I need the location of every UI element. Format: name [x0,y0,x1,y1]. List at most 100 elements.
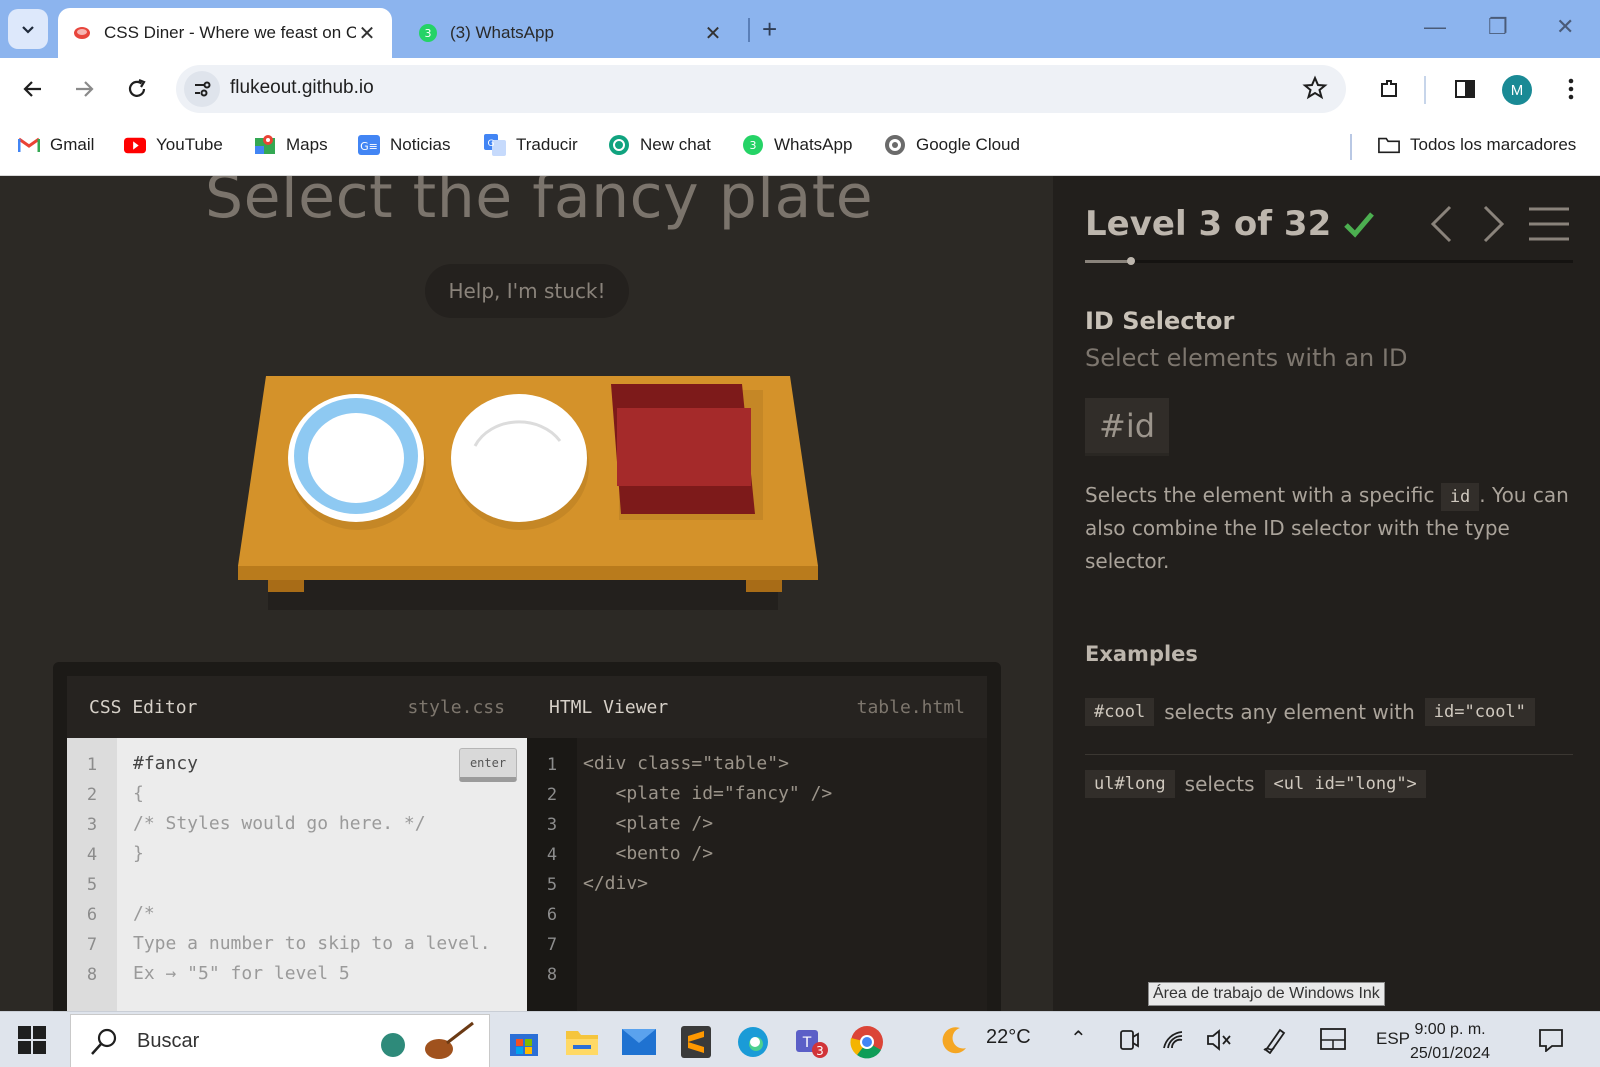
taskbar-file-explorer[interactable] [560,1020,604,1064]
forward-icon[interactable] [69,74,99,104]
previous-level-icon[interactable] [1428,204,1454,244]
enter-button[interactable]: enter [459,748,517,782]
bento[interactable] [611,384,763,520]
site-settings-icon[interactable] [184,71,220,107]
taskbar-teams[interactable]: T3 [788,1020,832,1064]
taskbar-edge[interactable] [731,1020,775,1064]
examples-heading: Examples [1085,642,1198,666]
close-tab-icon[interactable]: ✕ [702,21,724,46]
minimize-icon[interactable]: — [1424,14,1446,40]
svg-text:G: G [488,139,495,149]
taskbar-sublime-text[interactable] [674,1020,718,1064]
css-selector-input[interactable]: #fancy [133,753,198,774]
wifi-icon[interactable] [1162,1028,1186,1052]
bookmark-whatsapp[interactable]: 3 WhatsApp [742,134,852,156]
html-line-table-open[interactable]: <div class="table"> [583,753,789,774]
edge-icon [738,1027,768,1057]
bookmark-label: WhatsApp [774,135,853,154]
bookmark-label: Gmail [50,135,95,154]
notifications-icon[interactable] [1538,1028,1564,1052]
level-progress-fill [1085,260,1131,263]
system-clock[interactable]: 9:00 p. m. 25/01/2024 [1410,1018,1490,1066]
bookmarks-divider [1350,134,1352,160]
fancy-plate[interactable] [288,394,426,530]
line-number: 6 [86,905,98,925]
new-tab-button[interactable]: + [762,14,777,45]
bookmark-noticias[interactable]: G≡ Noticias [358,134,450,156]
next-level-icon[interactable] [1481,204,1507,244]
extensions-icon[interactable] [1374,74,1404,104]
back-icon[interactable] [18,74,48,104]
taskbar-chrome[interactable] [845,1020,889,1064]
bookmark-star-icon[interactable] [1302,75,1328,101]
reload-icon[interactable] [122,74,152,104]
address-bar[interactable]: flukeout.github.io [176,65,1346,113]
tab-search-button[interactable] [8,9,48,49]
code-line: /* [133,903,155,924]
windows-ink-tooltip: Área de trabajo de Windows Ink [1148,982,1385,1006]
teams-icon: T3 [796,1030,828,1058]
bookmark-gmail[interactable]: Gmail [18,134,94,156]
all-bookmarks-button[interactable]: Todos los marcadores [1378,134,1576,156]
windows-start-icon[interactable] [18,1026,46,1054]
side-panel-icon[interactable] [1450,74,1480,104]
taskbar-search[interactable]: Buscar [70,1014,490,1067]
show-hidden-icons-icon[interactable]: ⌃ [1070,1026,1087,1051]
bookmark-youtube[interactable]: YouTube [124,134,223,156]
touch-keyboard-icon[interactable] [1320,1028,1346,1050]
meet-now-icon[interactable] [1118,1028,1140,1052]
restore-icon[interactable]: ❐ [1488,14,1508,40]
line-number: 7 [546,935,558,955]
html-line-fancy-plate[interactable]: <plate id="fancy" /> [583,783,833,804]
taskbar-app-store[interactable] [502,1020,546,1064]
bookmark-traducir[interactable]: G Traducir [484,134,578,156]
volume-muted-icon[interactable] [1206,1028,1232,1052]
line-number: 2 [86,785,98,805]
moon-weather-icon [942,1027,966,1054]
line-gutter: 1 2 3 4 5 6 7 8 [527,738,577,1011]
line-number: 3 [86,815,98,835]
help-button[interactable]: Help, I'm stuck! [425,264,629,318]
selector-title: Select elements with an ID [1085,344,1408,372]
windows-ink-icon[interactable] [1262,1026,1288,1054]
plate[interactable] [451,394,589,530]
bookmark-label: Google Cloud [916,135,1020,154]
close-tab-icon[interactable]: ✕ [356,21,378,46]
close-window-icon[interactable]: ✕ [1556,14,1574,40]
tab-css-diner[interactable]: CSS Diner - Where we feast on CSS Select… [58,8,392,58]
weather-temperature[interactable]: 22°C [986,1026,1031,1049]
whatsapp-icon: 3 [742,134,764,156]
example-text: selects [1184,772,1255,796]
html-line-bento[interactable]: <bento /> [583,843,714,864]
html-line-plate[interactable]: <plate /> [583,813,714,834]
tab-strip: CSS Diner - Where we feast on CSS Select… [0,0,1600,58]
html-line-table-close[interactable]: </div> [583,873,648,894]
profile-avatar[interactable]: M [1502,75,1532,105]
search-icon [91,1028,117,1055]
tab-whatsapp[interactable]: 3 (3) WhatsApp ✕ [404,8,738,58]
tab-title: CSS Diner - Where we feast on CSS Select… [104,23,356,42]
level-progress-bar [1085,257,1573,265]
example-code: <ul id="long"> [1264,770,1426,798]
line-number: 1 [86,755,98,775]
sublime-text-icon [681,1026,711,1058]
folder-icon [566,1031,598,1055]
more-menu-icon[interactable] [1556,74,1586,104]
css-editor-body[interactable]: 1 2 3 4 5 6 7 8 #fancy { /* Styles would… [67,738,527,1011]
bookmark-label: Traducir [516,135,578,154]
html-file-name: table.html [856,696,965,718]
line-number: 5 [546,875,558,895]
line-number: 6 [546,905,558,925]
bookmark-label: YouTube [156,135,223,154]
taskbar-mail[interactable] [617,1020,661,1064]
css-diner-favicon-icon [74,27,90,39]
checkmark-icon [1344,212,1375,238]
clock-time: 9:00 p. m. [1414,1021,1486,1038]
bookmark-new-chat[interactable]: New chat [608,134,711,156]
css-file-name: style.css [407,696,505,718]
bookmark-maps[interactable]: Maps [254,134,328,156]
bookmark-google-cloud[interactable]: Google Cloud [884,134,1020,156]
input-language[interactable]: ESP [1376,1029,1410,1049]
level-menu-icon[interactable] [1529,206,1569,242]
folder-icon [1378,134,1400,156]
